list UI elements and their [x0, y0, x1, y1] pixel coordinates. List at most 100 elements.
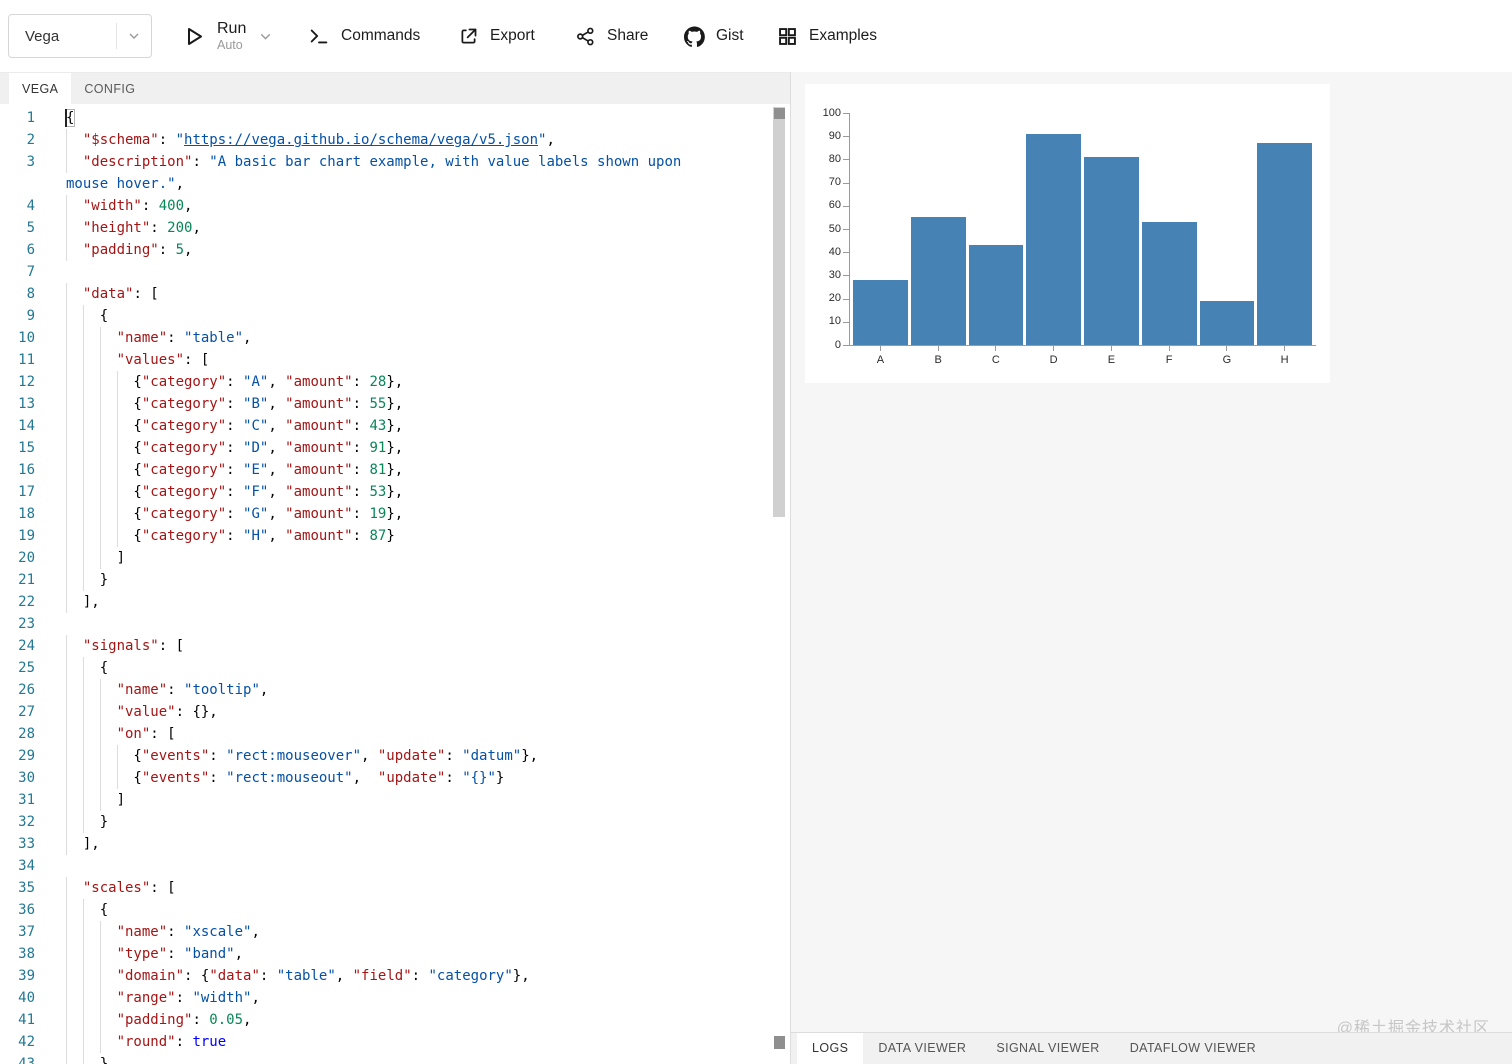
code-row[interactable]: 7 [0, 261, 690, 283]
code-row[interactable]: 38 "type": "band", [0, 943, 690, 965]
code-row[interactable]: 6 "padding": 5, [0, 239, 690, 261]
tab-data-viewer[interactable]: DATA VIEWER [863, 1033, 981, 1064]
tab-config[interactable]: CONFIG [71, 73, 148, 104]
chevron-down-icon[interactable] [257, 28, 274, 45]
code-lines: 1{2 "$schema": "https://vega.github.io/s… [0, 107, 690, 1064]
x-tick-mark [1110, 346, 1112, 351]
bar-mark[interactable] [1084, 157, 1139, 345]
run-button[interactable]: Run Auto [182, 0, 274, 72]
top-toolbar: Vega Run Auto Commands Export Share Gist… [0, 0, 1512, 72]
x-tick-label: F [1165, 354, 1173, 366]
x-axis-cell: E [1084, 346, 1139, 366]
code-row[interactable]: 42 "round": true [0, 1031, 690, 1053]
code-row[interactable]: 17 {"category": "F", "amount": 53}, [0, 481, 690, 503]
examples-button[interactable]: Examples [777, 0, 877, 72]
tab-signal-viewer[interactable]: SIGNAL VIEWER [981, 1033, 1114, 1064]
code-row[interactable]: 20 ] [0, 547, 690, 569]
share-label: Share [607, 27, 649, 44]
code-row[interactable]: 9 { [0, 305, 690, 327]
github-icon [684, 25, 705, 47]
examples-label: Examples [809, 27, 878, 44]
y-axis-labels: 0 10 20 30 40 50 60 70 80 90 100 [805, 107, 841, 351]
y-tick-mark [843, 252, 849, 254]
bar-mark[interactable] [968, 245, 1024, 345]
vega-editor-window: Vega Run Auto Commands Export Share Gist… [0, 0, 1512, 1064]
x-tick-mark [1284, 346, 1286, 351]
visualization-pane: 0 10 20 30 40 50 60 70 80 90 100 ABCDEFGH @稀土掘金技术社… [791, 72, 1512, 1064]
tab-dataflow-viewer[interactable]: DATAFLOW VIEWER [1115, 1033, 1271, 1064]
y-tick-mark [843, 113, 849, 114]
code-row[interactable]: 28 "on": [ [0, 723, 690, 745]
code-editor[interactable]: 1{2 "$schema": "https://vega.github.io/s… [0, 104, 790, 1064]
code-row[interactable]: 21 } [0, 569, 690, 591]
code-row[interactable]: 4 "width": 400, [0, 195, 690, 217]
code-row[interactable]: 32 } [0, 811, 690, 833]
export-button[interactable]: Export [458, 0, 535, 72]
mode-select[interactable]: Vega [8, 14, 152, 58]
share-button[interactable]: Share [575, 0, 648, 72]
mode-select-value: Vega [25, 27, 60, 45]
commands-label: Commands [341, 27, 421, 44]
code-row[interactable]: mouse hover.", [0, 173, 690, 195]
code-row[interactable]: 29 {"events": "rect:mouseover", "update"… [0, 745, 690, 767]
x-tick-mark [1226, 346, 1228, 351]
code-row[interactable]: 3 "description": "A basic bar chart exam… [0, 151, 690, 173]
code-row[interactable]: 19 {"category": "H", "amount": 87} [0, 525, 690, 547]
y-tick-label: 80 [828, 152, 841, 165]
bar-mark[interactable] [1026, 133, 1081, 345]
code-row[interactable]: 2 "$schema": "https://vega.github.io/sch… [0, 129, 690, 151]
code-row[interactable]: 22 ], [0, 591, 690, 613]
code-row[interactable]: 5 "height": 200, [0, 217, 690, 239]
code-row[interactable]: 23 [0, 613, 690, 635]
code-row[interactable]: 1{ [0, 107, 690, 129]
code-row[interactable]: 36 { [0, 899, 690, 921]
code-row[interactable]: 37 "name": "xscale", [0, 921, 690, 943]
bar-mark[interactable] [910, 217, 966, 345]
code-row[interactable]: 27 "value": {}, [0, 701, 690, 723]
code-row[interactable]: 14 {"category": "C", "amount": 43}, [0, 415, 690, 437]
code-row[interactable]: 13 {"category": "B", "amount": 55}, [0, 393, 690, 415]
code-row[interactable]: 33 ], [0, 833, 690, 855]
x-tick-mark [937, 346, 939, 351]
overview-bottom-marker [774, 1036, 785, 1049]
bar-mark[interactable] [1199, 300, 1255, 345]
y-tick-label: 30 [828, 268, 841, 281]
code-row[interactable]: 25 { [0, 657, 690, 679]
code-row[interactable]: 34 [0, 855, 690, 877]
tab-vega[interactable]: VEGA [9, 73, 72, 104]
export-label: Export [490, 27, 535, 44]
x-axis-cell: B [911, 346, 966, 366]
code-row[interactable]: 41 "padding": 0.05, [0, 1009, 690, 1031]
code-row[interactable]: 26 "name": "tooltip", [0, 679, 690, 701]
code-row[interactable]: 30 {"events": "rect:mouseout", "update":… [0, 767, 690, 789]
overview-cursor-marker [774, 108, 785, 119]
y-tick-label: 60 [828, 199, 841, 212]
code-row[interactable]: 31 ] [0, 789, 690, 811]
code-row[interactable]: 11 "values": [ [0, 349, 690, 371]
gist-button[interactable]: Gist [684, 0, 744, 72]
bar-mark[interactable] [1257, 143, 1312, 345]
code-row[interactable]: 15 {"category": "D", "amount": 91}, [0, 437, 690, 459]
editor-scrollbar[interactable] [772, 104, 786, 1064]
commands-button[interactable]: Commands [308, 0, 420, 72]
code-row[interactable]: 18 {"category": "G", "amount": 19}, [0, 503, 690, 525]
bar-mark[interactable] [853, 280, 908, 345]
x-tick-label: H [1280, 354, 1289, 366]
x-tick-label: C [991, 354, 1000, 366]
tab-logs[interactable]: LOGS [797, 1033, 864, 1064]
code-row[interactable]: 24 "signals": [ [0, 635, 690, 657]
code-row[interactable]: 10 "name": "table", [0, 327, 690, 349]
code-row[interactable]: 35 "scales": [ [0, 877, 690, 899]
code-row[interactable]: 12 {"category": "A", "amount": 28}, [0, 371, 690, 393]
code-row[interactable]: 16 {"category": "E", "amount": 81}, [0, 459, 690, 481]
y-tick-label: 10 [828, 315, 841, 328]
code-row[interactable]: 43 } [0, 1053, 690, 1064]
x-tick-mark [995, 346, 997, 351]
code-row[interactable]: 40 "range": "width", [0, 987, 690, 1009]
bar-mark[interactable] [1141, 222, 1197, 345]
scrollbar-thumb[interactable] [773, 107, 785, 517]
y-tick-label: 50 [828, 222, 841, 235]
code-row[interactable]: 8 "data": [ [0, 283, 690, 305]
x-tick-label: E [1107, 354, 1116, 366]
code-row[interactable]: 39 "domain": {"data": "table", "field": … [0, 965, 690, 987]
